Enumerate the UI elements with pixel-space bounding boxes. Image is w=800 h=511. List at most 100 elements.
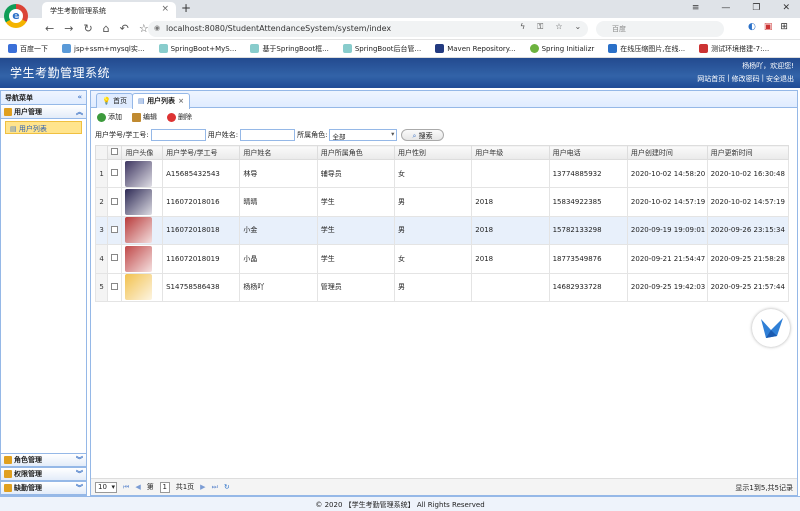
bookmark-4[interactable]: SpringBoot后台管... [342, 43, 421, 54]
cell-id: 116072018016 [162, 187, 241, 217]
col-updated[interactable]: 用户更新时间 [706, 145, 790, 160]
checkbox[interactable] [111, 148, 119, 155]
col-created[interactable]: 用户创建时间 [626, 145, 708, 160]
col-name[interactable]: 用户姓名 [239, 145, 318, 160]
home-link[interactable]: 网站首页 [697, 74, 725, 84]
table-row[interactable]: 5 S14758586438 杨杨吖 管理员男 14682933728 2020-09-2… [94, 272, 790, 302]
next-page-icon[interactable]: ▶ [200, 483, 205, 491]
row-checkbox[interactable] [107, 244, 123, 274]
col-id[interactable]: 用户学号/学工号 [162, 145, 241, 160]
table-row[interactable]: 4 116072018019 小晶 学生女 2018 18773549876 2020-09… [94, 244, 790, 274]
page-number-input[interactable]: 1 [159, 481, 170, 493]
browser-search-input[interactable]: 百度 [596, 21, 724, 37]
dropdown-icon[interactable]: ⌄ [575, 22, 582, 32]
checkbox[interactable] [111, 197, 119, 205]
extension-icon-3[interactable]: ⊞ [780, 22, 788, 32]
logout-link[interactable]: 安全退出 [766, 74, 794, 84]
chevron-down-icon[interactable]: ︾ [76, 469, 83, 479]
reload-icon[interactable]: ↻ [83, 22, 92, 35]
close-window-icon[interactable]: ✕ [782, 3, 790, 13]
key-icon[interactable]: ⚿ [537, 22, 543, 32]
sidebar-item-label: 用户列表 [18, 125, 47, 133]
cell-name: 林导 [239, 158, 318, 189]
bookmark-8[interactable]: 测试环境搭建-7:... [699, 43, 769, 54]
cell-role: 辅导员 [316, 158, 396, 189]
page-size-select[interactable]: 10 [95, 481, 117, 493]
bookmark-7[interactable]: 在线压缩图片,在线... [608, 43, 685, 54]
filter-id-input[interactable] [150, 129, 206, 141]
close-tab-icon[interactable]: × [161, 4, 169, 14]
menu-icon[interactable]: ≡ [692, 3, 700, 13]
refresh-icon[interactable]: ↻ [224, 483, 230, 491]
checkbox[interactable] [111, 254, 119, 262]
bookmark-1[interactable]: jsp+ssm+mysql实... [62, 43, 145, 54]
search-button[interactable]: ⌕ 搜索 [401, 129, 444, 141]
bookmark-label: 测试环境搭建-7:... [711, 44, 770, 53]
bookmark-star-icon[interactable]: ☆ [555, 22, 562, 32]
extension-icon-1[interactable]: ◐ [748, 22, 756, 32]
col-phone[interactable]: 用户电话 [548, 145, 628, 160]
row-checkbox[interactable] [107, 187, 123, 217]
first-page-icon[interactable]: ⏮ [123, 483, 129, 492]
cell-updated: 2020-10-02 16:30:48 [706, 158, 790, 189]
checkbox[interactable] [111, 169, 119, 177]
new-tab-button[interactable]: + [181, 1, 191, 15]
close-tab-icon[interactable]: × [178, 97, 184, 105]
tab-home[interactable]: 💡 首页 [96, 93, 133, 108]
panel-role-management[interactable]: 角色管理 ︾ [1, 453, 86, 467]
change-password-link[interactable]: 修改密码 [732, 74, 760, 84]
delete-button[interactable]: 删除 [167, 112, 192, 122]
col-grade[interactable]: 用户年级 [471, 145, 550, 160]
panel-user-management[interactable]: 用户管理 ︽ [1, 105, 86, 119]
edit-button[interactable]: 编辑 [132, 112, 157, 122]
home-icon[interactable]: ⌂ [103, 22, 110, 35]
bookmark-label: Spring Initializr [541, 44, 595, 53]
extension-icon-2[interactable]: ▣ [764, 22, 773, 32]
bookmark-label: 在线压缩图片,在线... [620, 44, 686, 53]
chevron-down-icon[interactable]: ︾ [76, 483, 83, 493]
browser-tab[interactable]: 学生考勤管理系统 × [42, 2, 176, 18]
bookmark-0[interactable]: 百度一下 [8, 43, 48, 54]
col-role[interactable]: 用户所属角色 [316, 145, 396, 160]
bookmark-3[interactable]: 基于SpringBoot框... [250, 43, 329, 54]
chevron-up-icon[interactable]: ︽ [76, 107, 83, 117]
bird-logo-icon[interactable] [752, 309, 790, 347]
table-row[interactable]: 2 116072018016 晴晴 学生男 2018 15834922385 2020-10… [94, 187, 790, 217]
panel-permission-management[interactable]: 权限管理 ︾ [1, 467, 86, 481]
bookmark-5[interactable]: Maven Repository... [435, 43, 516, 54]
row-checkbox[interactable] [107, 158, 123, 189]
app-header: 学生考勤管理系统 杨杨吖，欢迎您! 网站首页 | 修改密码 | 安全退出 [0, 58, 800, 88]
prev-page-icon[interactable]: ◀ [135, 483, 140, 491]
user-avatar-image [125, 160, 153, 187]
filter-role-select[interactable]: 全部 [329, 129, 398, 141]
collapse-sidebar-icon[interactable]: « [77, 93, 82, 102]
panel-absence-management[interactable]: 缺勤管理 ︾ [1, 481, 86, 495]
row-checkbox[interactable] [107, 272, 123, 302]
col-sex[interactable]: 用户性别 [393, 145, 473, 160]
bookmark-6[interactable]: Spring Initializr [529, 43, 595, 54]
last-page-icon[interactable]: ⏭ [212, 483, 218, 492]
minimize-icon[interactable]: — [721, 3, 730, 13]
restore-icon[interactable]: ❐ [752, 3, 760, 13]
select-all-checkbox[interactable] [107, 145, 123, 160]
chevron-down-icon[interactable]: ︾ [76, 455, 83, 465]
sidebar-item-user-list[interactable]: 用户列表 [5, 121, 82, 134]
row-checkbox[interactable] [107, 215, 123, 246]
table-row[interactable]: 3 116072018018 小金 学生男 2018 15782133298 2020-09… [94, 215, 790, 246]
cell-sex: 女 [393, 244, 473, 274]
row-number: 1 [94, 158, 109, 189]
tab-user-list[interactable]: ▤ 用户列表 × [132, 93, 190, 109]
checkbox[interactable] [111, 282, 119, 290]
cell-id: A15685432543 [162, 158, 241, 189]
checkbox[interactable] [111, 225, 119, 233]
back-icon[interactable]: ← [45, 22, 54, 35]
forward-icon[interactable]: → [64, 22, 73, 35]
col-avatar[interactable]: 用户头像 [121, 145, 164, 160]
add-button[interactable]: 添加 [97, 112, 122, 122]
role-icon [4, 456, 12, 464]
filter-name-input[interactable] [240, 129, 296, 141]
bookmark-2[interactable]: SpringBoot+MyS... [158, 43, 236, 54]
table-row[interactable]: 1 A15685432543 林导 辅导员女 13774885932 2020-10-02… [94, 158, 790, 189]
lightning-icon[interactable]: ϟ [520, 22, 525, 32]
undo-icon[interactable]: ↶ [120, 22, 129, 35]
